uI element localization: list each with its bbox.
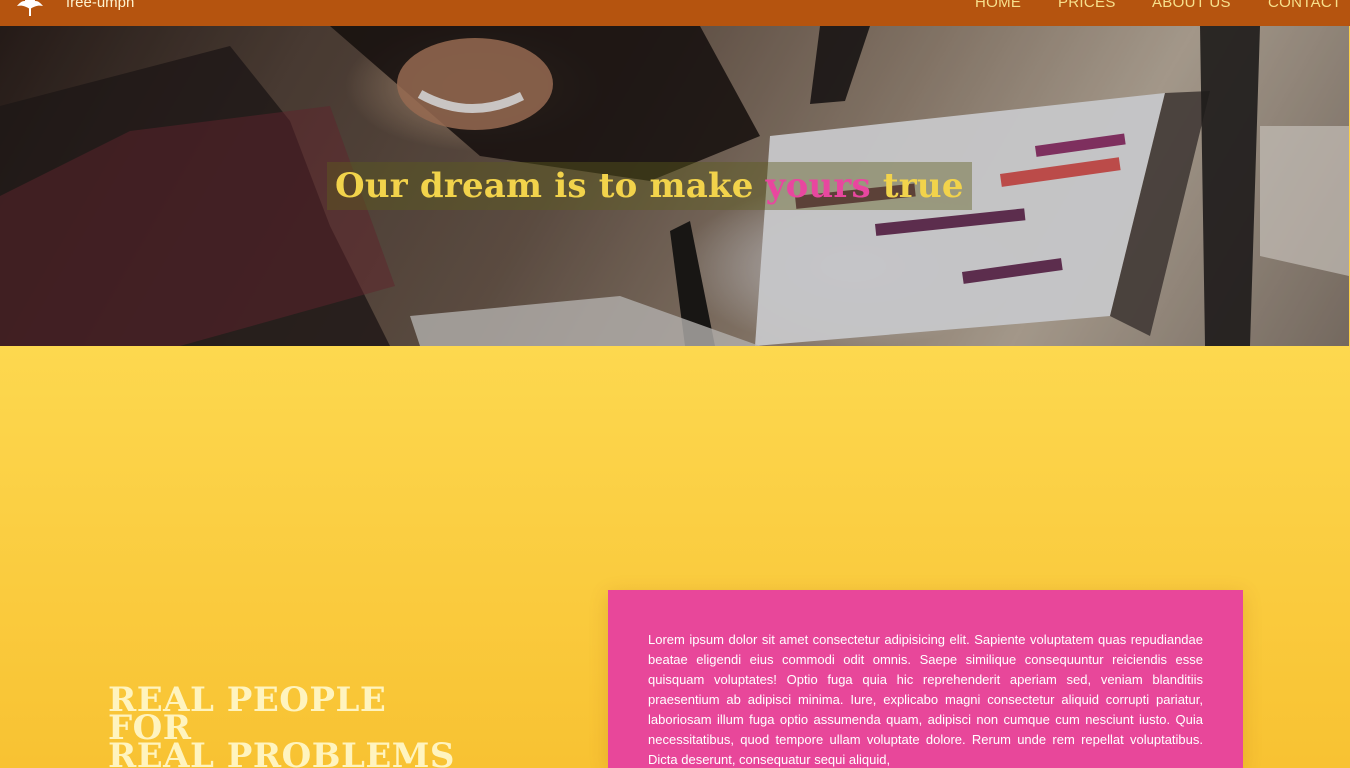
brand-name[interactable]: free-umph <box>66 0 134 11</box>
top-navbar: free-umph HOME PRICES ABOUT US CONTACT <box>0 0 1350 26</box>
headline-last-part: true <box>882 166 964 206</box>
hero-headline: Our dream is to make yours true <box>327 162 972 210</box>
feature-text-card: Lorem ipsum dolor sit amet consectetur a… <box>608 590 1243 768</box>
tree-icon[interactable] <box>14 0 46 18</box>
headline-first-part: Our dream is to make <box>335 166 754 206</box>
nav-contact-link[interactable]: CONTACT <box>1268 0 1341 11</box>
headline-highlight: yours <box>765 166 871 206</box>
feature-heading-line-3: REAL PROBLEMS <box>108 736 455 768</box>
nav-prices-link[interactable]: PRICES <box>1058 0 1116 11</box>
feature-body-text: Lorem ipsum dolor sit amet consectetur a… <box>648 632 1203 767</box>
nav-home-link[interactable]: HOME <box>975 0 1021 11</box>
hero-banner: Our dream is to make yours true <box>0 26 1349 346</box>
feature-heading: REAL PEOPLE FOR REAL PROBLEMS <box>108 683 455 768</box>
nav-about-us-link[interactable]: ABOUT US <box>1152 0 1231 11</box>
